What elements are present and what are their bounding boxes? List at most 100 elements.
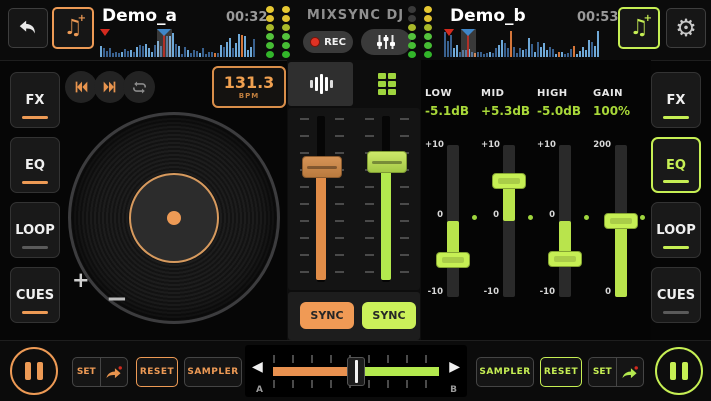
deck-b-waveform[interactable] — [444, 29, 606, 57]
settings-button[interactable]: ⚙ — [666, 8, 706, 48]
eq-mid-slider[interactable] — [503, 145, 515, 297]
pitch-bend-plus-button[interactable]: + — [72, 268, 90, 292]
crossfader[interactable] — [273, 345, 439, 397]
pads-icon — [378, 73, 396, 95]
deck-a-set-group: SET — [72, 357, 128, 387]
eq-channel-label: HIGH — [537, 88, 593, 99]
deck-a-library-button[interactable]: ♫ + — [52, 7, 94, 49]
tab-sampler-pads[interactable] — [354, 62, 420, 106]
deck-a-cues-button[interactable]: CUES — [10, 267, 60, 323]
deck-b-pitch-fader[interactable] — [365, 116, 409, 282]
fx-underline — [663, 116, 689, 119]
scale-bottom: -10 — [537, 287, 555, 297]
crossfader-right-arrow[interactable]: ▶ — [449, 359, 460, 375]
slider-handle[interactable] — [604, 213, 638, 229]
sync-row: SYNC SYNC — [288, 292, 420, 340]
eq-channel-mid: MID +5.3dB +10 0 -10 — [481, 60, 537, 340]
fader-handle[interactable] — [302, 156, 342, 178]
eq-channel-low: LOW -5.1dB +10 0 -10 — [425, 60, 481, 340]
deck-b-sampler-button[interactable]: SAMPLER — [476, 357, 534, 387]
skip-forward-icon — [102, 79, 118, 95]
bpm-value: 131.3 — [224, 74, 275, 92]
record-button[interactable]: REC — [303, 31, 353, 53]
deck-a-jog-wheel[interactable] — [68, 112, 280, 324]
bpm-unit-label: BPM — [239, 92, 259, 100]
pause-icon — [25, 362, 31, 380]
pause-icon — [37, 362, 43, 380]
crossfader-left-arrow[interactable]: ◀ — [252, 359, 263, 375]
fx-underline — [22, 116, 48, 119]
vinyl-center-dot — [167, 211, 181, 225]
deck-b-library-button[interactable]: ♫ + — [618, 7, 660, 49]
back-button[interactable] — [8, 8, 48, 48]
deck-a-jump-cue-button[interactable] — [101, 358, 128, 386]
deck-b-cues-button[interactable]: CUES — [651, 267, 701, 323]
deck-a-sampler-button[interactable]: SAMPLER — [184, 357, 242, 387]
bottom-bar: SET RESET SAMPLER ◀ A ▶ B — [0, 340, 711, 401]
eq-low-slider[interactable] — [447, 145, 459, 297]
record-dot-icon — [310, 37, 320, 47]
deck-a-waveform[interactable] — [100, 29, 260, 57]
deck-b-jump-cue-button[interactable] — [617, 358, 644, 386]
deck-b-set-cue-button[interactable]: SET — [589, 358, 617, 386]
skip-forward-button[interactable] — [94, 71, 126, 103]
eq-channel-value: -5.1dB — [425, 104, 481, 118]
cues-underline — [663, 311, 689, 314]
deck-b-loop-button[interactable]: LOOP — [651, 202, 701, 258]
deck-b-sync-button[interactable]: SYNC — [362, 302, 416, 329]
bpm-display[interactable]: 131.3 BPM — [212, 66, 286, 108]
fx-label: FX — [26, 93, 45, 108]
deck-a-level-meter — [266, 6, 290, 58]
app-title: MIXSYNC DJ — [288, 8, 423, 23]
mixer-view-button[interactable] — [361, 29, 411, 55]
scale-top: +10 — [425, 140, 443, 150]
fader-ticks — [365, 118, 374, 280]
jump-arrow-icon — [105, 365, 122, 380]
eq-label: EQ — [666, 158, 686, 173]
deck-a-pitch-fader[interactable] — [300, 116, 344, 282]
eq-channel-value: -5.0dB — [537, 104, 593, 118]
deck-a-play-pause-button[interactable] — [10, 347, 58, 395]
fader-fill — [316, 173, 326, 280]
slider-handle[interactable] — [492, 173, 526, 189]
gain-slider[interactable] — [615, 145, 627, 297]
tab-mixer[interactable] — [288, 62, 353, 106]
slider-handle[interactable] — [436, 252, 470, 268]
fader-handle[interactable] — [367, 151, 407, 173]
crossfader-handle[interactable] — [347, 357, 365, 386]
eq-underline — [663, 180, 689, 183]
deck-b-reset-button[interactable]: RESET — [540, 357, 582, 387]
eq-channel-value: 100% — [593, 104, 649, 118]
deck-b-set-group: SET — [588, 357, 644, 387]
eq-high-slider[interactable] — [559, 145, 571, 297]
zero-dot-icon — [472, 215, 477, 220]
crossfader-a-label: A — [256, 385, 263, 395]
scale-bottom: -10 — [481, 287, 499, 297]
zero-dot-icon — [528, 215, 533, 220]
crossfader-b-label: B — [450, 385, 457, 395]
deck-a-eq-button[interactable]: EQ — [10, 137, 60, 193]
scale-mid: 0 — [537, 210, 555, 220]
deck-b-eq-button[interactable]: EQ — [651, 137, 701, 193]
fader-icon — [308, 73, 334, 95]
deck-b-track-title: Demo_b — [450, 6, 526, 26]
deck-a-set-cue-button[interactable]: SET — [73, 358, 101, 386]
deck-b-play-pause-button[interactable] — [655, 347, 703, 395]
deck-a-reset-button[interactable]: RESET — [136, 357, 178, 387]
eq-channel-high: HIGH -5.0dB +10 0 -10 — [537, 60, 593, 340]
slider-handle[interactable] — [548, 251, 582, 267]
deck-a-time: 00:32 — [226, 10, 267, 25]
deck-a-playhead — [157, 29, 172, 57]
skip-back-icon — [73, 79, 89, 95]
deck-b-fx-button[interactable]: FX — [651, 72, 701, 128]
deck-a-fx-button[interactable]: FX — [10, 72, 60, 128]
record-label: REC — [324, 37, 346, 48]
skip-back-button[interactable] — [65, 71, 97, 103]
slider-fill — [615, 221, 627, 297]
deck-a-sync-button[interactable]: SYNC — [300, 302, 354, 329]
loop-toggle-button[interactable] — [123, 71, 155, 103]
cue-marker-icon — [444, 29, 454, 36]
pitch-bend-minus-button[interactable]: − — [106, 284, 128, 314]
cue-marker-icon — [100, 29, 110, 36]
deck-a-loop-button[interactable]: LOOP — [10, 202, 60, 258]
